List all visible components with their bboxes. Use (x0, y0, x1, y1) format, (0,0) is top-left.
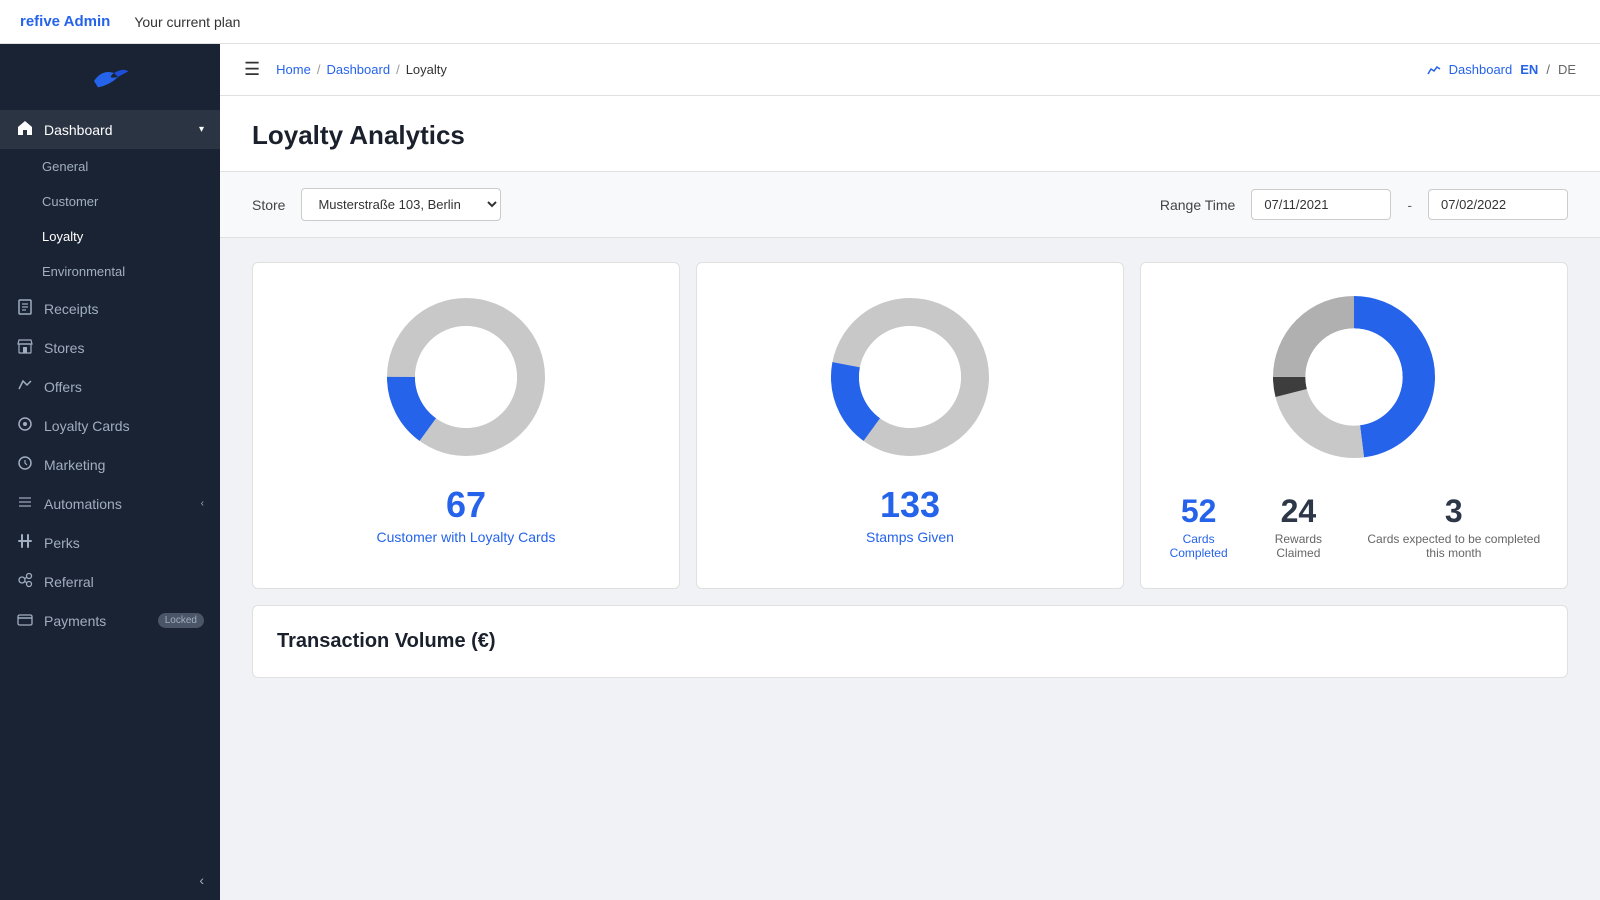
store-select[interactable]: Musterstraße 103, Berlin (301, 188, 501, 221)
sidebar-label-stores: Stores (44, 340, 84, 356)
sidebar-item-referral[interactable]: Referral (0, 562, 220, 601)
sidebar-item-loyalty-sub[interactable]: Loyalty (0, 219, 220, 254)
content-scroll: Loyalty Analytics Store Musterstraße 103… (220, 96, 1600, 900)
date-to-input[interactable] (1428, 189, 1568, 220)
lang-sep: / (1546, 62, 1550, 77)
sidebar-item-environmental[interactable]: Environmental (0, 254, 220, 289)
sidebar-item-general[interactable]: General (0, 149, 220, 184)
multi-stats-area: 52 Cards Completed 24 Rewards Claimed 3 … (1161, 495, 1547, 560)
sidebar-label-receipts: Receipts (44, 301, 98, 317)
breadcrumb-sep-1: / (317, 62, 321, 77)
sidebar-label-environmental: Environmental (42, 264, 125, 279)
loyalty-icon (16, 416, 34, 435)
stat-card-stamps-given: 133 Stamps Given (696, 262, 1124, 589)
page-title: Loyalty Analytics (252, 120, 1568, 151)
stat-number-rewards-claimed: 24 (1260, 495, 1336, 527)
sidebar-label-general: General (42, 159, 88, 174)
stat-label-loyalty-customers: Customer with Loyalty Cards (377, 529, 556, 545)
sidebar-item-dashboard[interactable]: Dashboard ▾ (0, 110, 220, 149)
payments-icon (16, 611, 34, 630)
content-area: ☰ Home / Dashboard / Loyalty Dashboard E… (220, 44, 1600, 900)
sidebar-label-loyalty: Loyalty (42, 229, 83, 244)
sidebar-label-automations: Automations (44, 496, 122, 512)
sidebar-label-dashboard: Dashboard (44, 122, 113, 138)
sidebar-collapse-button[interactable]: ‹ (199, 872, 204, 888)
hamburger-button[interactable]: ☰ (244, 59, 260, 80)
cards-row: 67 Customer with Loyalty Cards 133 Stamp… (244, 262, 1576, 589)
sidebar-label-perks: Perks (44, 535, 80, 551)
dashboard-link[interactable]: Dashboard (1449, 62, 1513, 77)
marketing-icon (16, 455, 34, 474)
donut-chart-loyalty-customers (376, 287, 556, 467)
sidebar-item-stores[interactable]: Stores (0, 328, 220, 367)
stat-card-cards-overview: 52 Cards Completed 24 Rewards Claimed 3 … (1140, 262, 1568, 589)
stat-number-stamps-given: 133 (880, 487, 940, 523)
sidebar-item-automations[interactable]: Automations ‹ (0, 484, 220, 523)
stat-number-cards-completed: 52 (1161, 495, 1236, 527)
content-header: ☰ Home / Dashboard / Loyalty Dashboard E… (220, 44, 1600, 96)
lang-de[interactable]: DE (1558, 62, 1576, 77)
home-icon (16, 120, 34, 139)
sidebar-label-payments: Payments (44, 613, 106, 629)
brand-name[interactable]: refive Admin (20, 13, 110, 30)
date-range-separator: - (1407, 197, 1412, 213)
stat-label-rewards-claimed: Rewards Claimed (1260, 532, 1336, 560)
chevron-down-icon: ▾ (199, 124, 204, 135)
sidebar-item-offers[interactable]: Offers (0, 367, 220, 406)
breadcrumb-sep-2: / (396, 62, 400, 77)
perks-icon (16, 533, 34, 552)
sidebar-item-marketing[interactable]: Marketing (0, 445, 220, 484)
donut-chart-stamps-given (820, 287, 1000, 467)
breadcrumb-current: Loyalty (406, 62, 447, 77)
automations-icon (16, 494, 34, 513)
sidebar-label-referral: Referral (44, 574, 94, 590)
sidebar-label-marketing: Marketing (44, 457, 105, 473)
store-icon (16, 338, 34, 357)
sidebar-item-payments[interactable]: Payments Locked (0, 601, 220, 640)
lang-en[interactable]: EN (1520, 62, 1538, 77)
stat-number-loyalty-customers: 67 (446, 487, 486, 523)
sidebar-label-offers: Offers (44, 379, 82, 395)
sidebar-label-customer: Customer (42, 194, 98, 209)
multi-stat-expected: 3 Cards expected to be completed this mo… (1361, 495, 1547, 560)
sidebar-logo (0, 44, 220, 110)
sidebar-collapse-area: ‹ (0, 860, 220, 900)
logo-icon (90, 64, 130, 94)
donut-chart-cards-overview (1264, 287, 1444, 467)
receipt-icon (16, 299, 34, 318)
chart-icon (1427, 63, 1441, 77)
stat-label-expected: Cards expected to be completed this mont… (1361, 532, 1547, 560)
stat-label-cards-completed: Cards Completed (1161, 532, 1236, 560)
sidebar-item-receipts[interactable]: Receipts (0, 289, 220, 328)
transaction-section: Transaction Volume (€) (252, 605, 1568, 678)
range-time-label: Range Time (1160, 197, 1235, 213)
offers-icon (16, 377, 34, 396)
referral-icon (16, 572, 34, 591)
store-filter-label: Store (252, 197, 285, 213)
stat-number-expected: 3 (1361, 495, 1547, 527)
chevron-left-icon: ‹ (201, 498, 204, 509)
date-from-input[interactable] (1251, 189, 1391, 220)
sidebar-item-loyalty-cards[interactable]: Loyalty Cards (0, 406, 220, 445)
current-plan-label: Your current plan (134, 14, 240, 30)
locked-badge: Locked (158, 613, 204, 628)
page-title-section: Loyalty Analytics (220, 96, 1600, 172)
sidebar-item-perks[interactable]: Perks (0, 523, 220, 562)
filter-bar: Store Musterstraße 103, Berlin Range Tim… (220, 172, 1600, 238)
breadcrumb-home[interactable]: Home (276, 62, 311, 77)
stat-label-stamps-given: Stamps Given (866, 529, 954, 545)
stat-card-loyalty-customers: 67 Customer with Loyalty Cards (252, 262, 680, 589)
multi-stat-cards-completed: 52 Cards Completed (1161, 495, 1236, 560)
main-layout: Dashboard ▾ General Customer Loyalty Env… (0, 44, 1600, 900)
sidebar-label-loyalty-cards: Loyalty Cards (44, 418, 130, 434)
top-bar: refive Admin Your current plan (0, 0, 1600, 44)
transaction-section-title: Transaction Volume (€) (277, 630, 1543, 653)
breadcrumb: Home / Dashboard / Loyalty (276, 62, 1411, 77)
sidebar: Dashboard ▾ General Customer Loyalty Env… (0, 44, 220, 900)
sidebar-item-customer[interactable]: Customer (0, 184, 220, 219)
breadcrumb-right: Dashboard EN / DE (1427, 62, 1576, 77)
breadcrumb-dashboard[interactable]: Dashboard (326, 62, 390, 77)
sidebar-navigation: Dashboard ▾ General Customer Loyalty Env… (0, 110, 220, 860)
multi-stat-rewards-claimed: 24 Rewards Claimed (1260, 495, 1336, 560)
